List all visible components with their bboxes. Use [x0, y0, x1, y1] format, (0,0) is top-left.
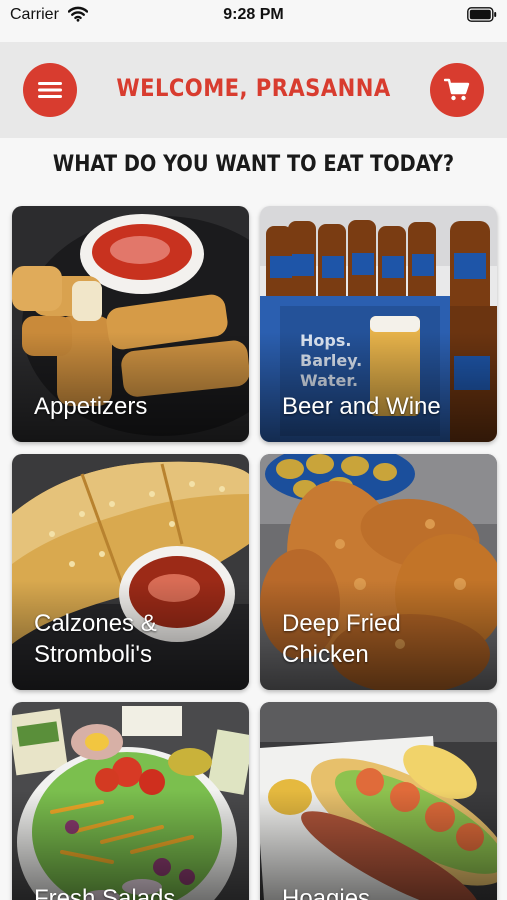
category-label: Fresh Salads	[34, 885, 176, 900]
page-title: WELCOME, PRASANNA	[116, 74, 391, 102]
category-card-appetizers[interactable]: Appetizers	[12, 206, 249, 442]
category-label: Calzones & Stromboli's	[34, 610, 157, 668]
status-bar: Carrier 9:28 PM	[0, 0, 507, 30]
status-time: 9:28 PM	[223, 6, 284, 23]
category-card-hoagies[interactable]: Hoagies	[260, 702, 497, 900]
prompt-heading: WHAT DO YOU WANT TO EAT TODAY?	[52, 152, 455, 177]
category-label: Beer and Wine	[282, 393, 441, 420]
category-label: Hoagies	[282, 885, 371, 900]
menu-icon	[38, 82, 62, 98]
battery-icon	[467, 7, 497, 22]
cart-icon	[444, 78, 470, 101]
menu-button[interactable]	[23, 63, 77, 117]
category-label: Deep Fried Chicken	[282, 610, 401, 668]
cart-button[interactable]	[430, 63, 484, 117]
category-card-beer-and-wine[interactable]: Hops. Barley. Water. Beer and Wine	[260, 206, 497, 442]
category-card-calzones-strombolis[interactable]: Calzones & Stromboli's	[12, 454, 249, 690]
category-label: Appetizers	[34, 393, 148, 420]
category-card-fresh-salads[interactable]: Fresh Salads	[12, 702, 249, 900]
category-card-deep-fried-chicken[interactable]: Deep Fried Chicken	[260, 454, 497, 690]
app-header: WELCOME, PRASANNA	[0, 42, 507, 138]
category-grid: Appetizers Beer and Wine Calzones & Stro…	[12, 206, 497, 900]
